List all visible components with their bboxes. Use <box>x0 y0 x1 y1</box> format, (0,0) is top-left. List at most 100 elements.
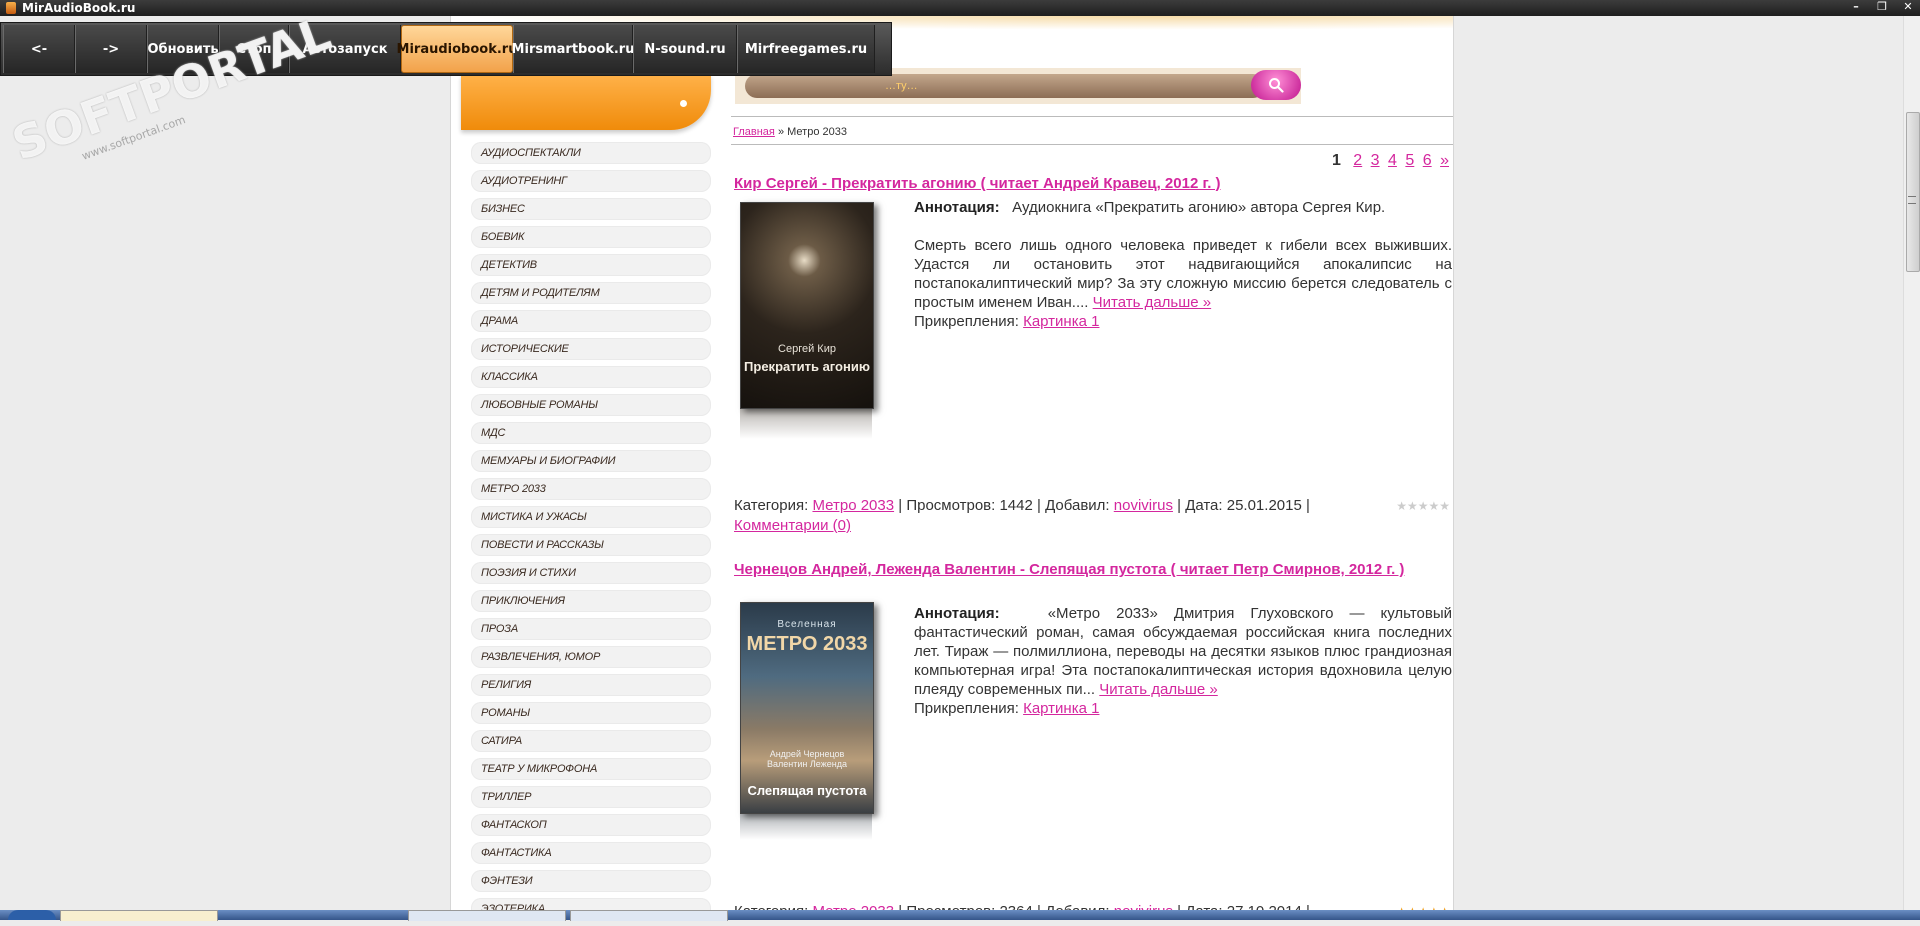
toolbar-button-1[interactable]: -> <box>75 25 147 73</box>
category-link[interactable]: Романы <box>471 702 711 724</box>
post-item: Кир Сергей - Прекратить агонию ( читает … <box>734 174 1452 534</box>
category-link[interactable]: Классика <box>471 366 711 388</box>
cover-image[interactable]: Вселенная МЕТРО 2033 Андрей Чернецов Вал… <box>740 602 910 840</box>
category-sidebar: Аудиоспектакли Аудиотренинг Бизнес Боевик Де… <box>471 142 711 926</box>
start-button[interactable] <box>8 910 56 920</box>
page-next-link[interactable]: » <box>1440 152 1449 169</box>
category-link[interactable]: Фэнтези <box>471 870 711 892</box>
cover-reflection <box>740 409 872 439</box>
category-link[interactable]: Метро 2033 <box>471 478 711 500</box>
category-link[interactable]: Боевик <box>471 226 711 248</box>
annotation-label: Аннотация: <box>914 199 1000 216</box>
category-link[interactable]: Любовные романы <box>471 394 711 416</box>
search-button[interactable] <box>1251 70 1301 100</box>
toolbar-button-2[interactable]: Обновить <box>147 25 219 73</box>
toolbar-button-6[interactable]: Mirsmartbook.ru <box>512 25 634 73</box>
maximize-button[interactable]: ❐ <box>1874 0 1890 13</box>
app-icon <box>6 2 16 14</box>
category-link[interactable]: Детям и родителям <box>471 282 711 304</box>
taskbar-item[interactable] <box>60 910 218 921</box>
pagination: 1 2 3 4 5 6 » <box>1332 152 1449 170</box>
category-link[interactable]: Мистика и ужасы <box>471 506 711 528</box>
vertical-scrollbar[interactable] <box>1903 16 1920 910</box>
page-link[interactable]: 3 <box>1371 152 1380 169</box>
app-toolbar: <- -> Обновить Стоп Автозапуск Miraudiobook.r… <box>0 22 892 76</box>
comments-link[interactable]: Комментарии (0) <box>734 517 851 534</box>
category-link[interactable]: Драма <box>471 310 711 332</box>
attachment-link[interactable]: Картинка 1 <box>1023 313 1099 330</box>
web-page: …ту… Главная » Метро 2033 Аудиоспектакли… <box>450 16 1454 920</box>
cover-title: Прекратить агонию <box>744 359 870 374</box>
category-link[interactable]: Театр у микрофона <box>471 758 711 780</box>
breadcrumb-home-link[interactable]: Главная <box>733 126 775 138</box>
category-link[interactable]: Проза <box>471 618 711 640</box>
category-link[interactable]: Метро 2033 <box>812 497 894 514</box>
toolbar-button-3[interactable]: Стоп <box>219 25 289 73</box>
cover-series: Вселенная <box>777 619 837 630</box>
category-link[interactable]: Детектив <box>471 254 711 276</box>
category-link[interactable]: МДС <box>471 422 711 444</box>
category-link[interactable]: Фантастика <box>471 842 711 864</box>
cover-image[interactable]: Сергей Кир Прекратить агонию <box>740 202 910 439</box>
page-link[interactable]: 4 <box>1388 152 1397 169</box>
toolbar-button-8[interactable]: Mirfreegames.ru <box>737 25 875 73</box>
category-link[interactable]: Приключения <box>471 590 711 612</box>
category-link[interactable]: Религия <box>471 674 711 696</box>
meta-date: | Дата: 25.01.2015 | <box>1177 497 1310 514</box>
header-orange-tab <box>461 74 711 130</box>
cover-logo: МЕТРО 2033 <box>746 633 868 655</box>
breadcrumb-separator: » <box>777 126 785 138</box>
scrollbar-thumb[interactable] <box>1906 112 1920 272</box>
post-title-link[interactable]: Кир Сергей - Прекратить агонию ( читает … <box>734 175 1221 192</box>
attachment-link[interactable]: Картинка 1 <box>1023 700 1099 717</box>
page-link[interactable]: 2 <box>1353 152 1362 169</box>
category-link[interactable]: Поэзия и стихи <box>471 562 711 584</box>
close-button[interactable]: ✕ <box>1900 0 1916 13</box>
cover-authors: Андрей Чернецов Валентин Леженда <box>767 749 847 769</box>
taskbar-item[interactable] <box>570 910 728 921</box>
toolbar-button-5[interactable]: Miraudiobook.ru <box>397 25 517 73</box>
category-link[interactable]: Исторические <box>471 338 711 360</box>
post-annotation: Аннотация: Аудиокнига «Прекратить агонию… <box>914 198 1452 331</box>
page-link[interactable]: 6 <box>1423 152 1432 169</box>
attachments-label: Прикрепления: <box>914 313 1019 330</box>
page-current: 1 <box>1331 152 1341 169</box>
window-title: MirAudioBook.ru <box>22 1 136 15</box>
cover-author: Сергей Кир <box>778 343 836 355</box>
toolbar-button-4[interactable]: Автозапуск <box>289 25 401 73</box>
post-meta: Категория: Метро 2033 | Просмотров: 1442… <box>734 496 1452 536</box>
search-input[interactable]: …ту… <box>745 74 1265 98</box>
taskbar-item[interactable] <box>408 910 566 921</box>
category-link[interactable]: Триллер <box>471 786 711 808</box>
category-link[interactable]: Бизнес <box>471 198 711 220</box>
os-taskbar <box>0 910 1920 921</box>
post-item: Чернецов Андрей, Леженда Валентин - Слеп… <box>734 560 1452 920</box>
read-more-link[interactable]: Читать дальше » <box>1093 294 1212 311</box>
cover-reflection <box>740 814 872 840</box>
window-titlebar: MirAudioBook.ru – ❐ ✕ <box>0 0 1920 16</box>
category-link[interactable]: Фантаскоп <box>471 814 711 836</box>
post-title-link[interactable]: Чернецов Андрей, Леженда Валентин - Слеп… <box>734 561 1404 578</box>
annotation-lead: Аудиокнига «Прекратить агонию» автора Се… <box>1012 199 1386 216</box>
toolbar-button-0[interactable]: <- <box>3 25 75 73</box>
category-link[interactable]: Аудиоспектакли <box>471 142 711 164</box>
divider <box>731 144 1453 145</box>
cover-title: Слепящая пустота <box>747 783 867 798</box>
annotation-label: Аннотация: <box>914 605 1000 622</box>
author-link[interactable]: novivirus <box>1114 497 1173 514</box>
minimize-button[interactable]: – <box>1848 0 1864 13</box>
page-link[interactable]: 5 <box>1405 152 1414 169</box>
category-link[interactable]: Аудиотренинг <box>471 170 711 192</box>
window-controls: – ❐ ✕ <box>1848 0 1916 13</box>
header-dot <box>680 100 687 107</box>
read-more-link[interactable]: Читать дальше » <box>1099 681 1218 698</box>
rating-stars[interactable]: ★★★★★ <box>1396 496 1450 516</box>
category-link[interactable]: Повести и рассказы <box>471 534 711 556</box>
category-link[interactable]: Развлечения, юмор <box>471 646 711 668</box>
category-link[interactable]: Мемуары и биографии <box>471 450 711 472</box>
breadcrumb: Главная » Метро 2033 <box>733 126 847 138</box>
category-link[interactable]: Сатира <box>471 730 711 752</box>
breadcrumb-current: Метро 2033 <box>787 126 847 138</box>
toolbar-button-7[interactable]: N-sound.ru <box>633 25 737 73</box>
scrollbar-grip <box>1908 196 1916 204</box>
